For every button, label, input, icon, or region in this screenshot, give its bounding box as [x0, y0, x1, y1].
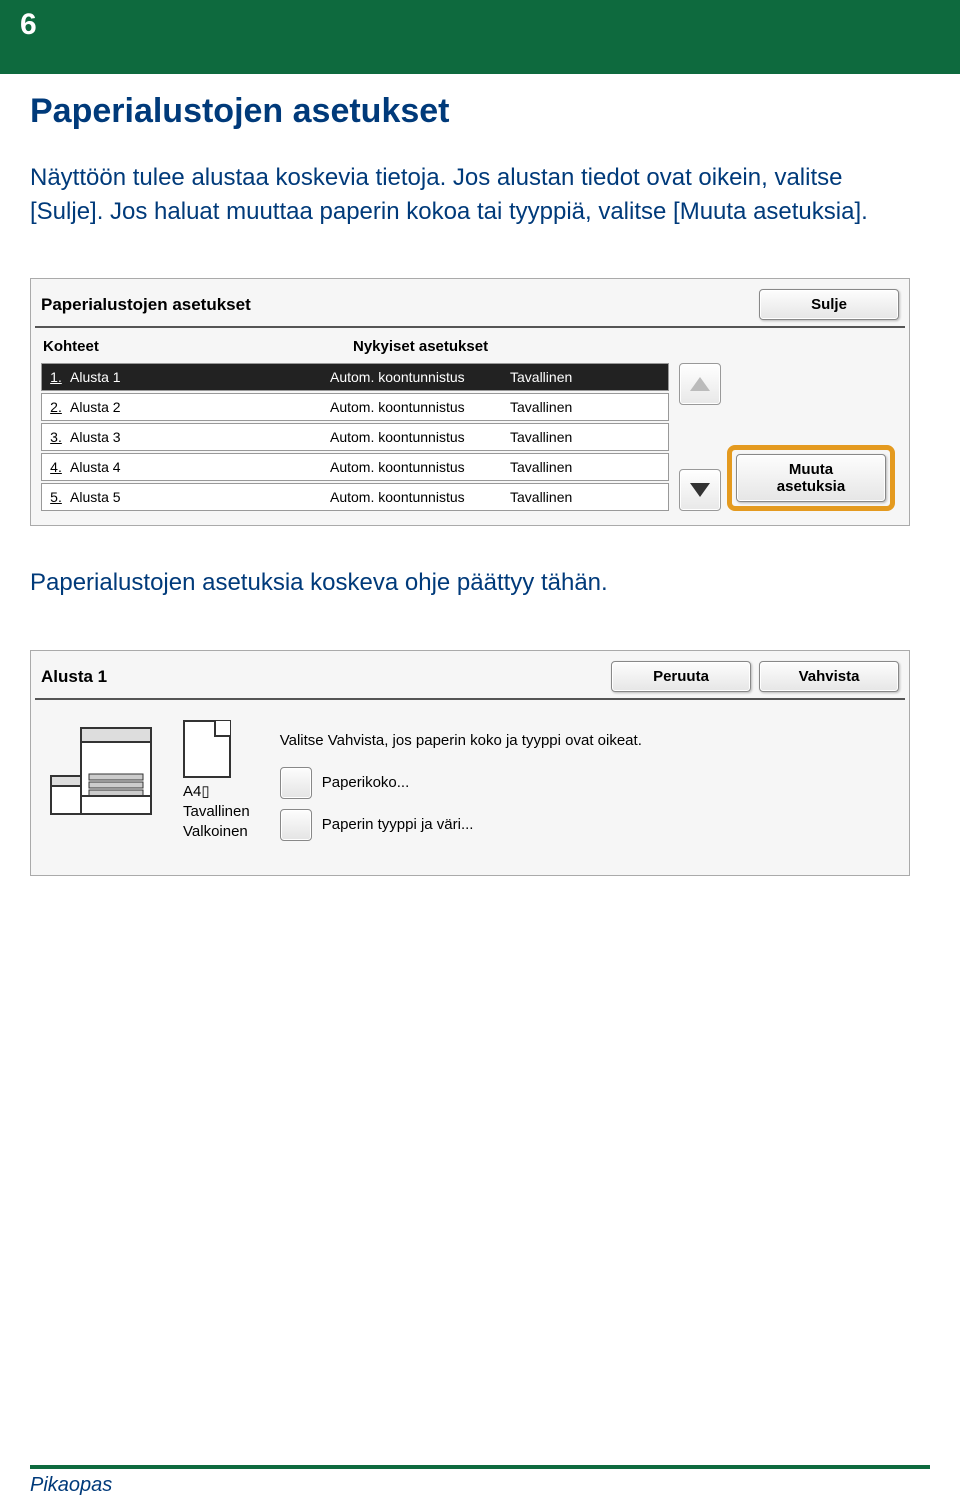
- paper-type: Tavallinen: [510, 399, 668, 415]
- tray1-dialog: Alusta 1 Peruuta Vahvista: [30, 650, 910, 876]
- tray-name: Alusta 1: [70, 369, 330, 385]
- divider: [35, 698, 905, 700]
- paper-type-color-button-label: Paperin tyyppi ja väri...: [322, 816, 474, 833]
- footer-divider: [30, 1465, 930, 1469]
- closing-paragraph: Paperialustojen asetuksia koskeva ohje p…: [30, 566, 910, 600]
- paper-type: Tavallinen: [510, 429, 668, 445]
- row-number: 3.: [42, 429, 70, 445]
- confirm-button[interactable]: Vahvista: [759, 661, 899, 692]
- printer-icon: [45, 720, 165, 830]
- tray-name: Alusta 5: [70, 489, 330, 505]
- table-row[interactable]: 3.Alusta 3Autom. koontunnistusTavallinen: [41, 423, 669, 451]
- intro-paragraph: Näyttöön tulee alustaa koskevia tietoja.…: [30, 161, 910, 228]
- row-number: 4.: [42, 459, 70, 475]
- page-title: Paperialustojen asetukset: [30, 92, 910, 131]
- close-button[interactable]: Sulje: [759, 289, 899, 320]
- paper-icon: [183, 720, 231, 778]
- row-number: 5.: [42, 489, 70, 505]
- size-detect: Autom. koontunnistus: [330, 429, 510, 445]
- button-icon: [280, 809, 312, 841]
- confirm-instruction: Valitse Vahvista, jos paperin koko ja ty…: [280, 732, 895, 749]
- column-header-items: Kohteet: [43, 338, 353, 355]
- cancel-button[interactable]: Peruuta: [611, 661, 751, 692]
- paper-size-button-label: Paperikoko...: [322, 774, 410, 791]
- chevron-down-icon: [690, 483, 710, 497]
- paper-type: Tavallinen: [510, 489, 668, 505]
- dialog-title: Paperialustojen asetukset: [41, 289, 759, 315]
- paper-type: Tavallinen: [510, 459, 668, 475]
- orientation-icon: ▯: [201, 783, 209, 800]
- paper-type-label: Tavallinen: [183, 803, 250, 820]
- footer-label: Pikaopas: [30, 1474, 112, 1497]
- highlight-frame: Muuta asetuksia: [727, 445, 895, 512]
- column-header-current: Nykyiset asetukset: [353, 338, 897, 355]
- tray-name: Alusta 3: [70, 429, 330, 445]
- table-row[interactable]: 4.Alusta 4Autom. koontunnistusTavallinen: [41, 453, 669, 481]
- scroll-down-button[interactable]: [679, 469, 721, 511]
- paper-color-label: Valkoinen: [183, 823, 248, 840]
- change-settings-button[interactable]: Muuta asetuksia: [736, 454, 886, 503]
- tray-name: Alusta 2: [70, 399, 330, 415]
- divider: [35, 326, 905, 328]
- table-row[interactable]: 5.Alusta 5Autom. koontunnistusTavallinen: [41, 483, 669, 511]
- button-icon: [280, 767, 312, 799]
- table-row[interactable]: 2.Alusta 2Autom. koontunnistusTavallinen: [41, 393, 669, 421]
- size-detect: Autom. koontunnistus: [330, 459, 510, 475]
- dialog-title-tray1: Alusta 1: [41, 661, 611, 687]
- page-number-banner: 6: [0, 0, 960, 74]
- tray-settings-dialog: Paperialustojen asetukset Sulje Kohteet …: [30, 278, 910, 526]
- paper-size-label: A4: [183, 783, 201, 800]
- paper-type: Tavallinen: [510, 369, 668, 385]
- row-number: 2.: [42, 399, 70, 415]
- size-detect: Autom. koontunnistus: [330, 399, 510, 415]
- paper-size-button[interactable]: Paperikoko...: [280, 767, 895, 799]
- chevron-up-icon: [690, 377, 710, 391]
- tray-name: Alusta 4: [70, 459, 330, 475]
- size-detect: Autom. koontunnistus: [330, 369, 510, 385]
- size-detect: Autom. koontunnistus: [330, 489, 510, 505]
- scroll-up-button[interactable]: [679, 363, 721, 405]
- paper-type-color-button[interactable]: Paperin tyyppi ja väri...: [280, 809, 895, 841]
- table-row[interactable]: 1.Alusta 1Autom. koontunnistusTavallinen: [41, 363, 669, 391]
- row-number: 1.: [42, 369, 70, 385]
